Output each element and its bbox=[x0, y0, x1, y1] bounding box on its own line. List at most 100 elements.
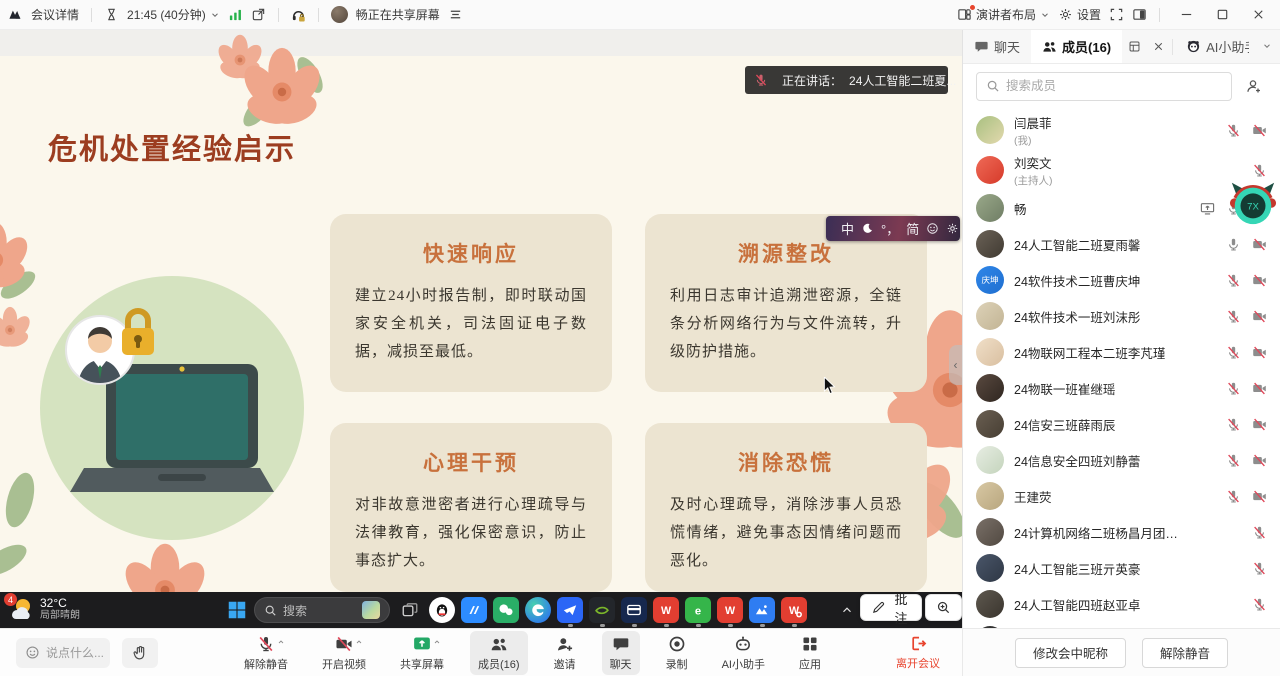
member-row[interactable]: 24物联网工程本二班李芃瑾 bbox=[963, 334, 1280, 370]
moon-icon[interactable] bbox=[861, 222, 874, 235]
control-mic-off-button[interactable]: 解除静音 bbox=[236, 631, 296, 675]
taskbar-app-tencent-meeting[interactable] bbox=[461, 597, 487, 623]
task-view-icon bbox=[401, 601, 419, 619]
member-status-icons bbox=[1226, 309, 1267, 324]
ime-toolbar[interactable]: 中 °， 简 bbox=[826, 216, 960, 241]
share-details-icon[interactable] bbox=[448, 7, 463, 22]
close-button[interactable] bbox=[1244, 1, 1272, 29]
chevron-up-icon[interactable] bbox=[433, 638, 441, 646]
member-name: 24人工智能二班夏雨馨 bbox=[1014, 235, 1140, 254]
leave-meeting-button[interactable]: 离开会议 bbox=[896, 635, 940, 671]
running-indicator bbox=[568, 624, 573, 627]
slide-card: 心理干预对非故意泄密者进行心理疏导与法律教育，强化保密意识，防止事态扩大。 bbox=[330, 423, 612, 592]
layout-switcher-button[interactable]: 演讲者布局 bbox=[957, 6, 1050, 23]
annotate-button[interactable]: 批注 bbox=[860, 594, 922, 621]
member-row[interactable]: 24计算机网络二班杨昌月团支书 bbox=[963, 514, 1280, 550]
taskbar-app-thunder-mountain[interactable] bbox=[749, 597, 775, 623]
member-avatar bbox=[976, 230, 1004, 258]
taskbar-app-tencent-docs[interactable] bbox=[557, 597, 583, 623]
chevron-up-icon[interactable] bbox=[355, 638, 363, 646]
meeting-controls: 说点什么... 解除静音开启视频共享屏幕成员(16)邀请聊天录制AI小助手应用 … bbox=[0, 629, 962, 676]
tab-members[interactable]: 成员(16) bbox=[1031, 30, 1122, 63]
fullscreen-icon[interactable] bbox=[1109, 7, 1124, 22]
windows-start-button[interactable] bbox=[226, 599, 248, 621]
control-people-button[interactable]: 成员(16) bbox=[470, 631, 528, 675]
member-name-group: 24人工智能四班赵亚卓 bbox=[1014, 595, 1140, 614]
control-record-button[interactable]: 录制 bbox=[658, 631, 696, 675]
taskbar-app-browser-e[interactable]: e bbox=[685, 597, 711, 623]
close-panel-button[interactable] bbox=[1146, 35, 1170, 59]
taskbar-app-task-view[interactable] bbox=[397, 597, 423, 623]
member-name-group: 王建荧 bbox=[1014, 487, 1052, 506]
minimize-button[interactable] bbox=[1172, 1, 1200, 29]
people-icon bbox=[1042, 39, 1057, 54]
taskbar-app-wps[interactable]: W bbox=[653, 597, 679, 623]
control-chat-button[interactable]: 聊天 bbox=[602, 631, 640, 675]
taskbar-app-wps[interactable]: W bbox=[717, 597, 743, 623]
taskbar-app-qq[interactable] bbox=[429, 597, 455, 623]
quick-chat-input[interactable]: 说点什么... bbox=[16, 638, 110, 668]
control-invite-button[interactable]: 邀请 bbox=[546, 631, 584, 675]
taskbar-app-nvidia[interactable] bbox=[589, 597, 615, 623]
member-row[interactable]: 庆坤24软件技术二班曹庆坤 bbox=[963, 262, 1280, 298]
member-search-input[interactable] bbox=[1006, 79, 1222, 93]
taskbar-app-edge[interactable] bbox=[525, 597, 551, 623]
member-row[interactable]: 24信安三班薛雨辰 bbox=[963, 406, 1280, 442]
meeting-details-button[interactable]: 会议详情 bbox=[31, 6, 79, 23]
audio-lock-icon[interactable] bbox=[291, 7, 306, 22]
settings-button[interactable]: 设置 bbox=[1058, 6, 1101, 23]
taskbar-app-bank-card[interactable] bbox=[621, 597, 647, 623]
tab-ai-assistant[interactable]: AI小助手 bbox=[1175, 30, 1249, 63]
member-row[interactable]: 24软件技术一班刘沫彤 bbox=[963, 298, 1280, 334]
weather-widget[interactable]: 4 32°C 局部晴朗 bbox=[8, 596, 80, 622]
leave-icon bbox=[910, 635, 927, 652]
unmute-footer-button[interactable]: 解除静音 bbox=[1142, 638, 1228, 668]
member-name: 24人工智能四班赵亚卓 bbox=[1014, 595, 1140, 614]
ime-charset[interactable]: 简 bbox=[906, 219, 919, 238]
member-avatar bbox=[976, 482, 1004, 510]
member-row[interactable]: 24人工智能二班夏雨馨 bbox=[963, 226, 1280, 262]
control-share-screen-filled-button[interactable]: 共享屏幕 bbox=[392, 631, 452, 675]
chevron-up-icon[interactable] bbox=[277, 638, 285, 646]
control-robot-button[interactable]: AI小助手 bbox=[714, 631, 773, 675]
zoom-in-button[interactable] bbox=[925, 594, 962, 621]
ime-mode[interactable]: 中 bbox=[841, 219, 854, 238]
side-panel-toggle-icon[interactable] bbox=[1132, 7, 1147, 22]
raise-hand-button[interactable] bbox=[122, 638, 158, 668]
modify-nickname-button[interactable]: 修改会中昵称 bbox=[1015, 638, 1126, 668]
open-external-icon[interactable] bbox=[251, 7, 266, 22]
apps-icon bbox=[801, 635, 819, 653]
tabs-overflow-chevron[interactable] bbox=[1262, 38, 1280, 56]
member-name-group: 24物联一班崔继瑶 bbox=[1014, 379, 1115, 398]
cat-pet-widget: 7X bbox=[1228, 180, 1278, 231]
member-row[interactable]: 24人工智能三班亓英豪 bbox=[963, 550, 1280, 586]
meeting-logo-icon bbox=[8, 7, 23, 22]
member-row[interactable]: 闫晨菲(我) bbox=[963, 110, 1280, 150]
svg-text:7X: 7X bbox=[1247, 202, 1259, 213]
add-member-button[interactable] bbox=[1241, 73, 1267, 99]
tray-chevron-up-icon[interactable] bbox=[840, 603, 854, 617]
emoji-icon[interactable] bbox=[926, 222, 939, 235]
tab-chat[interactable]: 聊天 bbox=[963, 30, 1031, 63]
settings-label: 设置 bbox=[1077, 6, 1101, 23]
member-row[interactable]: 24信息安全四班刘静蕾 bbox=[963, 442, 1280, 478]
popout-panel-button[interactable] bbox=[1122, 35, 1146, 59]
control-label: 录制 bbox=[666, 656, 688, 672]
control-cam-off-button[interactable]: 开启视频 bbox=[314, 631, 374, 675]
meeting-timer[interactable]: 21:45 (40分钟) bbox=[127, 6, 220, 23]
maximize-button[interactable] bbox=[1208, 1, 1236, 29]
muted-mic-icon bbox=[754, 73, 768, 87]
panel-collapse-handle[interactable]: ‹ bbox=[949, 345, 962, 385]
taskbar-app-wechat[interactable] bbox=[493, 597, 519, 623]
member-search-box[interactable] bbox=[976, 72, 1232, 101]
member-row[interactable]: 24人工智能四班赵亚卓 bbox=[963, 586, 1280, 622]
member-row[interactable]: 24物联一班崔继瑶 bbox=[963, 370, 1280, 406]
control-apps-button[interactable]: 应用 bbox=[791, 631, 829, 675]
gear-icon[interactable] bbox=[946, 222, 959, 235]
member-row[interactable] bbox=[963, 622, 1280, 628]
taskbar-app-wps-badge[interactable]: W bbox=[781, 597, 807, 623]
ime-punctuation[interactable]: °， bbox=[881, 219, 899, 238]
taskbar-search[interactable]: 搜索 bbox=[254, 597, 390, 623]
member-row[interactable]: 王建荧 bbox=[963, 478, 1280, 514]
member-avatar bbox=[976, 626, 1004, 628]
